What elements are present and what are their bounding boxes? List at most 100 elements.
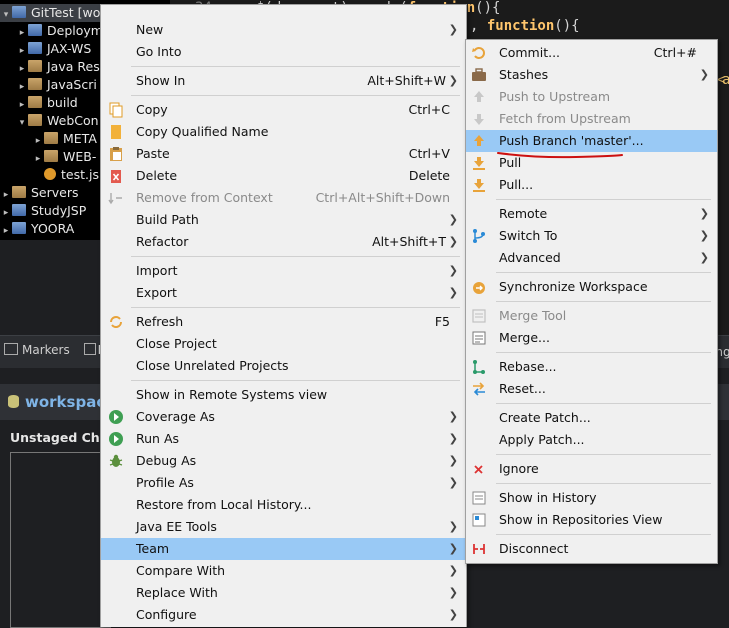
- menu-item-build-path[interactable]: Build Path ❯: [101, 209, 466, 231]
- tab-markers[interactable]: Markers P: [4, 343, 105, 357]
- menu-item-paste[interactable]: Paste Ctrl+V: [101, 143, 466, 165]
- menu-item-rebase[interactable]: Rebase...: [466, 356, 717, 378]
- pull-icon: [471, 155, 487, 171]
- menu-item-delete[interactable]: Delete Delete: [101, 165, 466, 187]
- menu-item-switch-to[interactable]: Switch To ❯: [466, 225, 717, 247]
- menu-item-disconnect[interactable]: Disconnect: [466, 538, 717, 560]
- menu-item-debug-as[interactable]: Debug As ❯: [101, 450, 466, 472]
- database-icon: [8, 395, 19, 408]
- tree-item-yoora[interactable]: ▸ YOORA: [0, 220, 75, 240]
- commit-icon: [471, 45, 487, 61]
- submenu-arrow-icon: ❯: [699, 68, 709, 81]
- merge-tool-icon: [471, 308, 487, 324]
- menu-item-apply-patch[interactable]: Apply Patch...: [466, 429, 717, 451]
- folder-icon: [28, 114, 42, 126]
- expand-arrow-icon[interactable]: ▸: [0, 222, 12, 240]
- properties-icon: [83, 343, 96, 355]
- menu-item-new[interactable]: New ❯: [101, 19, 466, 41]
- menu-item-stashes[interactable]: Stashes ❯: [466, 64, 717, 86]
- tree-item-java-resources[interactable]: ▸ Java Res: [16, 58, 100, 76]
- tree-item-deployment[interactable]: ▸ Deploym: [16, 22, 103, 40]
- menu-separator: [131, 95, 460, 96]
- copy-qualified-icon: [108, 124, 124, 140]
- folder-icon: [12, 186, 26, 198]
- menu-item-push-to-upstream[interactable]: Push to Upstream: [466, 86, 717, 108]
- menu-item-merge-tool[interactable]: Merge Tool: [466, 305, 717, 327]
- menu-item-merge[interactable]: Merge...: [466, 327, 717, 349]
- javascript-icon: [28, 78, 42, 90]
- folder-icon: [44, 150, 58, 162]
- menu-item-remove-from-context[interactable]: Remove from Context Ctrl+Alt+Shift+Down: [101, 187, 466, 209]
- fetch-upstream-icon: [471, 111, 487, 127]
- menu-item-remote[interactable]: Remote ❯: [466, 203, 717, 225]
- menu-item-copy[interactable]: Copy Ctrl+C: [101, 99, 466, 121]
- menu-item-show-in-history[interactable]: Show in History: [466, 487, 717, 509]
- menu-item-push-branch-master[interactable]: Push Branch 'master'...: [466, 130, 717, 152]
- context-menu: New ❯ Go Into Show In Alt+Shift+W ❯ Copy Ctr…: [100, 4, 467, 627]
- tree-item-test-js[interactable]: test.js: [44, 166, 99, 184]
- webservice-icon: [28, 42, 42, 54]
- menu-item-create-patch[interactable]: Create Patch...: [466, 407, 717, 429]
- menu-item-run-as[interactable]: Run As ❯: [101, 428, 466, 450]
- code-line: , function(){: [470, 18, 580, 34]
- menu-item-fetch-from-upstream[interactable]: Fetch from Upstream: [466, 108, 717, 130]
- menu-item-show-in-remote-systems[interactable]: Show in Remote Systems view: [101, 384, 466, 406]
- menu-separator: [131, 66, 460, 67]
- collapse-arrow-icon[interactable]: ▾: [16, 114, 28, 132]
- submenu-arrow-icon: ❯: [448, 235, 458, 248]
- menu-item-coverage-as[interactable]: Coverage As ❯: [101, 406, 466, 428]
- submenu-arrow-icon: ❯: [699, 229, 709, 242]
- menu-item-compare-with[interactable]: Compare With ❯: [101, 560, 466, 582]
- tree-item-jaxws[interactable]: ▸ JAX-WS: [16, 40, 92, 58]
- unstaged-changes-list[interactable]: [10, 452, 111, 628]
- menu-item-copy-qualified-name[interactable]: Copy Qualified Name: [101, 121, 466, 143]
- history-icon: [471, 490, 487, 506]
- menu-item-import[interactable]: Import ❯: [101, 260, 466, 282]
- menu-item-restore-from-local-history[interactable]: Restore from Local History...: [101, 494, 466, 516]
- submenu-arrow-icon: ❯: [448, 608, 458, 621]
- tree-item-web-inf[interactable]: ▸ WEB-: [32, 148, 97, 168]
- menu-item-configure[interactable]: Configure ❯: [101, 604, 466, 626]
- submenu-arrow-icon: ❯: [448, 586, 458, 599]
- menu-item-replace-with[interactable]: Replace With ❯: [101, 582, 466, 604]
- menu-item-advanced[interactable]: Advanced ❯: [466, 247, 717, 269]
- tree-item-meta[interactable]: ▸ META: [32, 130, 97, 148]
- submenu-arrow-icon: ❯: [448, 213, 458, 226]
- tree-item-studyjsp[interactable]: ▸ StudyJSP: [0, 202, 87, 220]
- menu-item-export[interactable]: Export ❯: [101, 282, 466, 304]
- submenu-arrow-icon: ❯: [448, 520, 458, 533]
- menu-item-pull-dialog[interactable]: Pull...: [466, 174, 717, 196]
- paste-icon: [108, 146, 124, 162]
- menu-item-close-unrelated-projects[interactable]: Close Unrelated Projects: [101, 355, 466, 377]
- menu-item-refactor[interactable]: Refactor Alt+Shift+T ❯: [101, 231, 466, 253]
- expand-arrow-icon[interactable]: ▸: [32, 150, 44, 168]
- red-underline-annotation: [497, 152, 623, 159]
- menu-item-ignore[interactable]: Ignore: [466, 458, 717, 480]
- menu-item-java-ee-tools[interactable]: Java EE Tools ❯: [101, 516, 466, 538]
- menu-separator: [496, 454, 711, 455]
- collapse-arrow-icon[interactable]: ▾: [0, 6, 12, 24]
- folder-icon: [44, 132, 58, 144]
- menu-item-synchronize-workspace[interactable]: Synchronize Workspace: [466, 276, 717, 298]
- menu-item-commit[interactable]: Commit... Ctrl+#: [466, 42, 717, 64]
- workspace-label: workspac: [8, 393, 105, 411]
- menu-item-show-in[interactable]: Show In Alt+Shift+W ❯: [101, 70, 466, 92]
- submenu-arrow-icon: ❯: [699, 207, 709, 220]
- tree-item-javascript[interactable]: ▸ JavaScri: [16, 76, 97, 94]
- menu-item-show-in-repositories-view[interactable]: Show in Repositories View: [466, 509, 717, 531]
- refresh-icon: [108, 314, 124, 330]
- menu-item-team[interactable]: Team ❯: [101, 538, 466, 560]
- menu-item-reset[interactable]: Reset...: [466, 378, 717, 400]
- tree-item-webcontent[interactable]: ▾ WebCon: [16, 112, 99, 130]
- menu-item-profile-as[interactable]: Profile As ❯: [101, 472, 466, 494]
- menu-separator: [496, 483, 711, 484]
- project-icon: [12, 222, 26, 234]
- project-icon: [12, 6, 26, 18]
- menu-item-close-project[interactable]: Close Project: [101, 333, 466, 355]
- tree-item-servers[interactable]: ▸ Servers: [0, 184, 79, 202]
- menu-item-refresh[interactable]: Refresh F5: [101, 311, 466, 333]
- submenu-arrow-icon: ❯: [448, 264, 458, 277]
- menu-item-go-into[interactable]: Go Into: [101, 41, 466, 63]
- project-icon: [12, 204, 26, 216]
- tree-item-build[interactable]: ▸ build: [16, 94, 78, 112]
